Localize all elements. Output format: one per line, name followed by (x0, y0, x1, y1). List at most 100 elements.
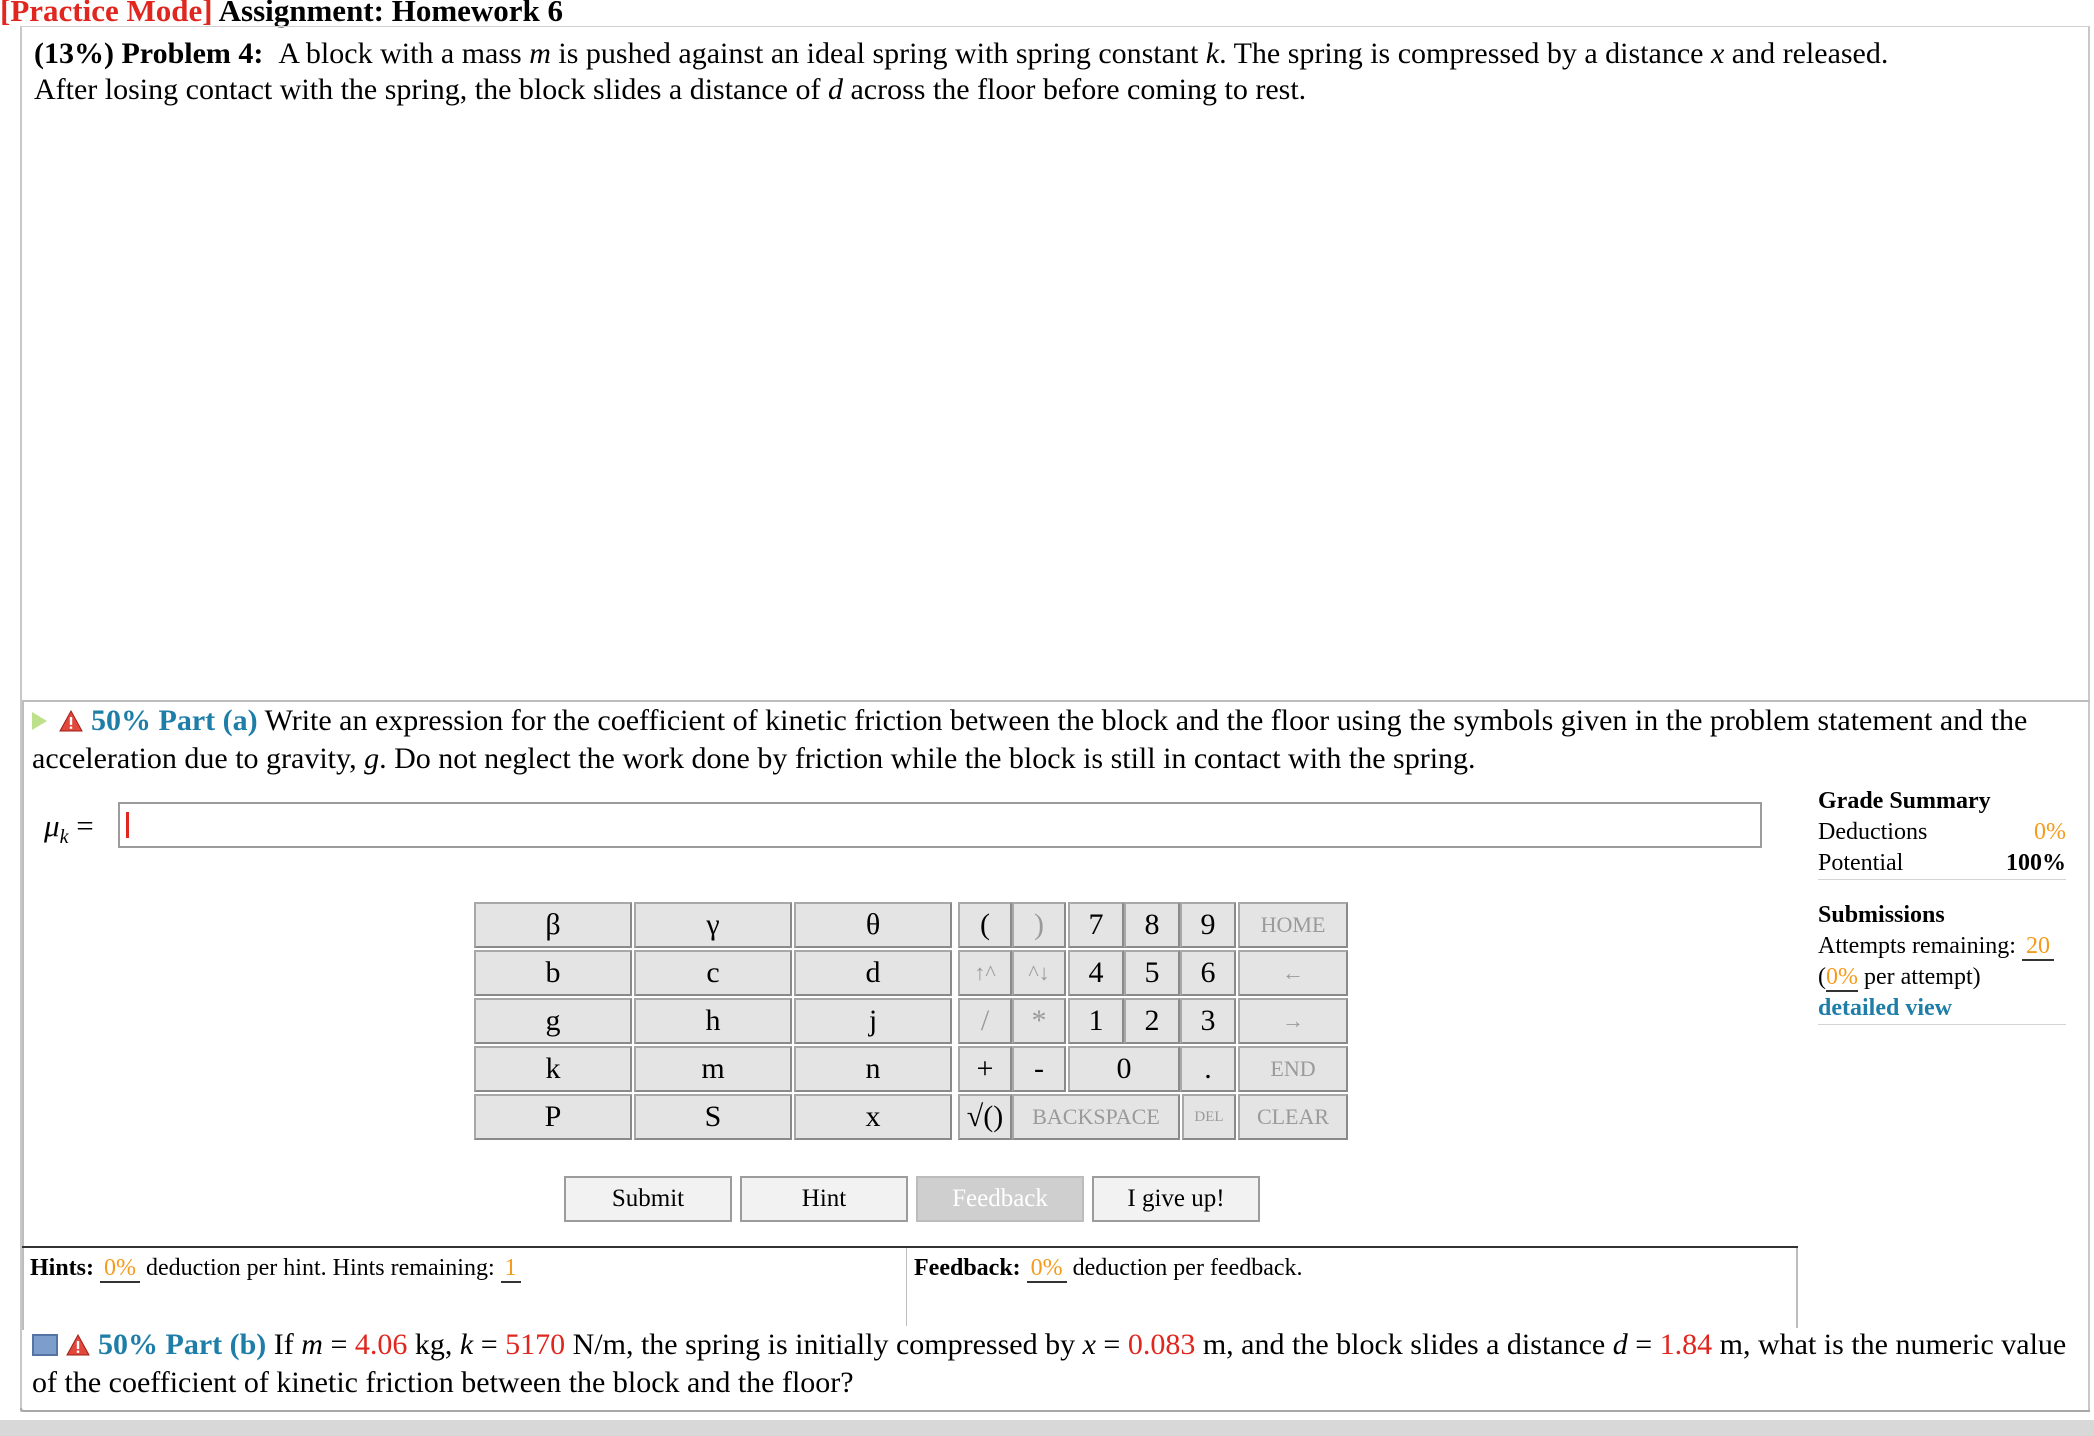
hints-label: Hints: (30, 1255, 101, 1281)
key-d[interactable]: d (794, 950, 952, 996)
var-d: d (827, 73, 843, 106)
key-9[interactable]: 9 (1180, 902, 1236, 948)
var-x: x (1710, 37, 1725, 70)
part-b-question: 50% Part (b) If m = 4.06 kg, k = 5170 N/… (32, 1326, 2082, 1402)
key-4[interactable]: 4 (1068, 950, 1124, 996)
var-g: g (364, 742, 380, 775)
feedback-deduction: 0% (1026, 1255, 1067, 1283)
var-x: x (1082, 1328, 1096, 1361)
submit-button[interactable]: Submit (564, 1176, 732, 1222)
key-superscript-down[interactable]: ^↓ (1012, 950, 1066, 996)
key-0[interactable]: 0 (1068, 1046, 1180, 1092)
submissions-title: Submissions (1818, 902, 1945, 928)
key-c[interactable]: c (634, 950, 792, 996)
key-plus[interactable]: + (958, 1046, 1012, 1092)
problem-text: is pushed against an ideal spring with s… (550, 37, 1206, 70)
potential-label: Potential (1818, 850, 1904, 876)
hints-deduction: 0% (100, 1255, 141, 1283)
key-1[interactable]: 1 (1068, 998, 1124, 1044)
key-2[interactable]: 2 (1124, 998, 1180, 1044)
give-up-button[interactable]: I give up! (1092, 1176, 1260, 1222)
potential-value: 100% (2006, 850, 2066, 876)
key-m[interactable]: m (634, 1046, 792, 1092)
part-b-text: If (266, 1328, 302, 1361)
var-m: m (301, 1328, 323, 1361)
key-S[interactable]: S (634, 1094, 792, 1140)
part-a-text: . Do not neglect the work done by fricti… (379, 742, 1476, 775)
feedback-label: Feedback: (914, 1255, 1027, 1281)
key-8[interactable]: 8 (1124, 902, 1180, 948)
per-attempt-value: 0% (1826, 964, 1858, 992)
key-6[interactable]: 6 (1180, 950, 1236, 996)
problem-text: . The spring is compressed by a distance (1219, 37, 1711, 70)
attempts-value: 20 (2021, 933, 2054, 961)
answer-label: μk = (44, 808, 94, 849)
feedback-button[interactable]: Feedback (916, 1176, 1084, 1222)
hints-text: deduction per hint. Hints remaining: (140, 1255, 501, 1281)
key-gamma[interactable]: γ (634, 902, 792, 948)
hints-remaining: 1 (500, 1255, 521, 1283)
hint-button[interactable]: Hint (740, 1176, 908, 1222)
problem-weight: (13%) (34, 37, 114, 70)
key-dot[interactable]: . (1180, 1046, 1236, 1092)
spring-constant-value: 5170 (505, 1328, 566, 1361)
key-theta[interactable]: θ (794, 902, 952, 948)
warning-icon (59, 710, 83, 732)
key-right-arrow[interactable]: → (1238, 998, 1348, 1044)
key-paren-open[interactable]: ( (958, 902, 1012, 948)
key-j[interactable]: j (794, 998, 952, 1044)
key-7[interactable]: 7 (1068, 902, 1124, 948)
key-b[interactable]: b (474, 950, 632, 996)
key-end[interactable]: END (1238, 1046, 1348, 1092)
var-d: d (1612, 1328, 1628, 1361)
key-backspace[interactable]: BACKSPACE (1012, 1094, 1180, 1140)
collapsed-part-icon[interactable] (32, 1334, 58, 1357)
part-a-question: 50% Part (a) Write an expression for the… (32, 702, 2082, 778)
practice-mode-label: [Practice Mode] (0, 0, 213, 28)
mu-symbol: μ (44, 808, 60, 843)
key-5[interactable]: 5 (1124, 950, 1180, 996)
part-b-text: = (1095, 1328, 1128, 1361)
mass-value: 4.06 (354, 1328, 408, 1361)
key-clear[interactable]: CLEAR (1238, 1094, 1348, 1140)
grade-summary: Grade Summary Deductions 0% Potential 100%… (1818, 786, 2066, 1025)
grade-summary-title: Grade Summary (1818, 788, 1991, 814)
frame-bottom-edge (20, 1408, 2090, 1412)
key-superscript-up[interactable]: ↑^ (958, 950, 1012, 996)
answer-input[interactable] (118, 802, 1762, 848)
key-divide[interactable]: / (958, 998, 1012, 1044)
key-home[interactable]: HOME (1238, 902, 1348, 948)
part-b-text: m, and the block slides a distance (1195, 1328, 1613, 1361)
key-multiply[interactable]: * (1012, 998, 1066, 1044)
key-n[interactable]: n (794, 1046, 952, 1092)
var-k: k (459, 1328, 474, 1361)
deductions-label: Deductions (1818, 819, 1928, 845)
problem-text: A block with a mass (278, 37, 530, 70)
text-caret (126, 812, 129, 838)
key-minus[interactable]: - (1012, 1046, 1066, 1092)
key-3[interactable]: 3 (1180, 998, 1236, 1044)
key-g[interactable]: g (474, 998, 632, 1044)
key-sqrt[interactable]: √() (958, 1094, 1012, 1140)
feedback-info: Feedback: 0% deduction per feedback. (914, 1250, 1303, 1286)
detailed-view-link[interactable]: detailed view (1818, 995, 1952, 1021)
part-b-text: N/m, the spring is initially compressed … (565, 1328, 1083, 1361)
part-b-text: = (473, 1328, 506, 1361)
key-left-arrow[interactable]: ← (1238, 950, 1348, 996)
expand-triangle-icon[interactable] (32, 712, 47, 731)
var-m: m (529, 37, 551, 70)
key-x[interactable]: x (794, 1094, 952, 1140)
key-paren-close[interactable]: ) (1012, 902, 1066, 948)
key-k[interactable]: k (474, 1046, 632, 1092)
problem-label: Problem 4: (121, 37, 264, 70)
equals-sign: = (68, 808, 94, 843)
warning-icon (66, 1334, 90, 1356)
key-del[interactable]: DEL (1182, 1094, 1236, 1140)
problem-text: and released. (1724, 37, 1889, 70)
key-beta[interactable]: β (474, 902, 632, 948)
key-P[interactable]: P (474, 1094, 632, 1140)
part-b-percent: 50% Part (b) (98, 1328, 267, 1361)
hints-info: Hints: 0% deduction per hint. Hints rema… (30, 1250, 521, 1286)
key-h[interactable]: h (634, 998, 792, 1044)
problem-text: After losing contact with the spring, th… (34, 73, 828, 106)
